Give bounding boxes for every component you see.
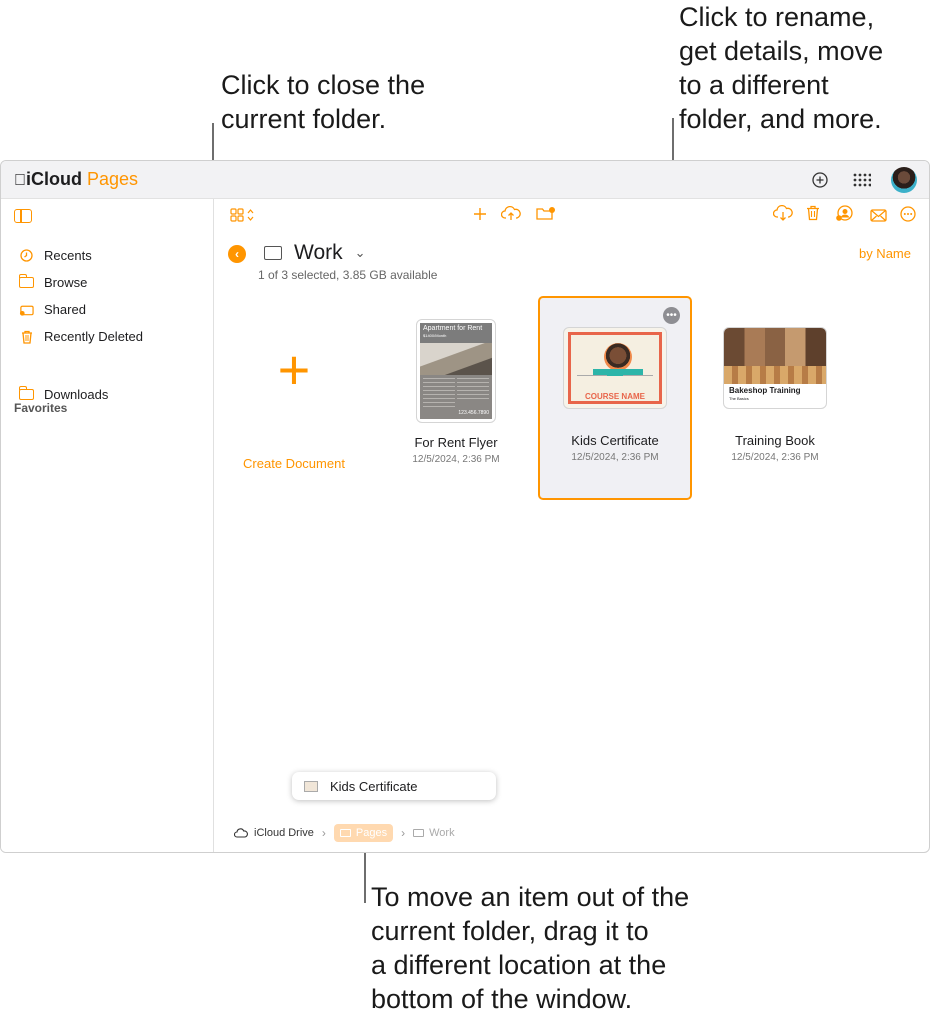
breadcrumb-label: Work — [429, 827, 455, 839]
document-date: 12/5/2024, 2:36 PM — [412, 454, 500, 465]
folder-title[interactable]: Work ⌄ — [264, 241, 366, 265]
sidebar-item-label: Recently Deleted — [44, 329, 143, 344]
document-name: Training Book — [735, 433, 815, 448]
callout-move: To move an item out of the current folde… — [371, 882, 690, 1014]
sidebar-item-label: Downloads — [44, 387, 109, 402]
sidebar-item-downloads[interactable]: Downloads — [18, 386, 109, 402]
folder-icon — [339, 829, 351, 837]
folder-icon — [413, 829, 425, 837]
document-tile-training-book[interactable]: Bakeshop Training The Basics Training Bo… — [715, 327, 835, 463]
add-icon[interactable] — [473, 206, 487, 226]
sidebar-toggle-icon[interactable] — [14, 209, 32, 223]
document-thumbnail: COURSE NAME — [563, 327, 667, 409]
breadcrumb-work[interactable]: Work — [413, 827, 455, 839]
sidebar-item-shared[interactable]: Shared — [19, 302, 86, 317]
mail-icon[interactable] — [870, 207, 887, 227]
top-bar: iCloud Pages — [1, 161, 929, 199]
apple-icon:  — [14, 172, 26, 189]
document-tile-kids-certificate[interactable]: COURSE NAME Kids Certificate 12/5/2024, … — [555, 327, 675, 463]
app-window: iCloud Pages Recents — [0, 160, 930, 853]
more-options-button[interactable]: ••• — [663, 307, 680, 324]
folder-icon — [18, 274, 34, 289]
callout-close-folder: Click to close the current folder. — [221, 70, 426, 134]
folder-icon — [18, 386, 34, 401]
selection-status: 1 of 3 selected, 3.85 GB available — [258, 268, 438, 282]
sidebar-item-label: Browse — [44, 275, 88, 290]
document-icon — [304, 780, 318, 792]
drag-chip-label: Kids Certificate — [330, 778, 418, 794]
brand-name: iCloud — [14, 169, 82, 189]
app-name: Pages — [75, 169, 138, 189]
chevron-right-icon: › — [401, 826, 406, 840]
thumb-title: Bakeshop Training — [729, 386, 801, 395]
create-document-tile[interactable]: + Create Document — [234, 320, 354, 490]
sidebar-item-recently-deleted[interactable]: Recently Deleted — [19, 329, 143, 344]
document-thumbnail: Apartment for Rent $1400/Month 123.456.7… — [416, 319, 496, 423]
callout-rename: Click to rename, get details, move to a … — [679, 2, 884, 134]
upload-icon[interactable] — [500, 205, 521, 226]
sidebar-item-label: Shared — [44, 302, 86, 317]
trash-icon — [19, 330, 34, 344]
close-folder-button[interactable]: ‹ — [228, 245, 246, 263]
view-grid-icon[interactable] — [230, 207, 254, 227]
thumb-subtitle: $1400/Month — [423, 333, 447, 338]
new-folder-icon[interactable] — [536, 206, 556, 226]
breadcrumb-label: Pages — [355, 827, 388, 839]
thumb-title: Apartment for Rent — [423, 325, 483, 332]
breadcrumb-label: iCloud Drive — [254, 827, 314, 839]
app-grid-icon[interactable] — [849, 167, 875, 193]
chevron-right-icon: › — [321, 826, 326, 840]
download-icon[interactable] — [772, 204, 793, 226]
folder-name: Work — [294, 241, 343, 264]
plus-circle-icon[interactable] — [807, 167, 833, 193]
breadcrumb: iCloud Drive › Pages › Work — [234, 824, 455, 842]
thumb-subtitle: The Basics — [729, 396, 749, 401]
document-date: 12/5/2024, 2:36 PM — [731, 452, 819, 463]
document-name: For Rent Flyer — [414, 435, 498, 450]
document-thumbnail: Bakeshop Training The Basics — [723, 327, 827, 409]
create-document-label: Create Document — [243, 456, 345, 471]
document-tile-for-rent-flyer[interactable]: Apartment for Rent $1400/Month 123.456.7… — [396, 319, 516, 465]
document-date: 12/5/2024, 2:36 PM — [571, 452, 659, 463]
shared-folder-icon — [19, 303, 34, 316]
sidebar-item-recents[interactable]: Recents — [19, 248, 92, 263]
document-name: Kids Certificate — [571, 433, 659, 448]
main-content: ‹ Work ⌄ 1 of 3 selected, 3.85 GB availa… — [214, 199, 929, 852]
breadcrumb-icloud-drive[interactable]: iCloud Drive — [234, 827, 314, 839]
trash-icon[interactable] — [806, 205, 820, 226]
sidebar-item-label: Recents — [44, 248, 92, 263]
brand-logo[interactable]: iCloud Pages — [14, 169, 138, 190]
drag-preview-chip[interactable]: Kids Certificate — [292, 772, 496, 800]
cloud-icon — [234, 828, 248, 838]
folder-icon — [264, 246, 282, 260]
plus-icon: + — [277, 338, 311, 401]
more-icon[interactable] — [900, 206, 916, 227]
avatar[interactable] — [891, 167, 917, 193]
thumb-phone: 123.456.7890 — [458, 410, 489, 416]
favorites-heading: Favorites — [14, 401, 68, 415]
sort-by-button[interactable]: by Name — [859, 246, 911, 261]
breadcrumb-pages[interactable]: Pages — [333, 824, 394, 842]
thumb-title: COURSE NAME — [584, 392, 645, 401]
share-user-icon[interactable] — [835, 205, 855, 227]
clock-icon — [19, 249, 34, 262]
sidebar: Recents Browse Shared Recently Deleted F… — [1, 199, 214, 852]
chevron-down-icon: ⌄ — [354, 245, 366, 260]
sidebar-item-browse[interactable]: Browse — [18, 274, 88, 290]
